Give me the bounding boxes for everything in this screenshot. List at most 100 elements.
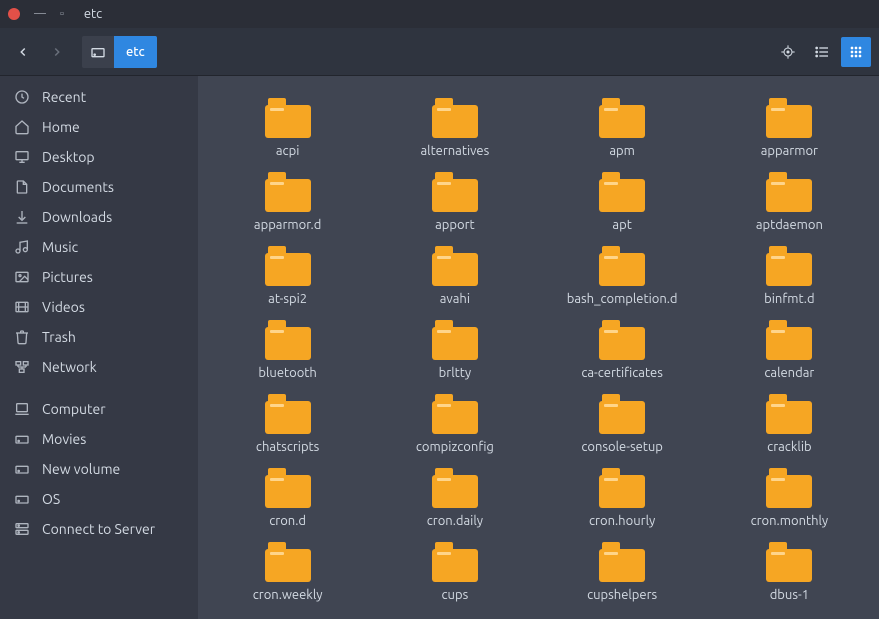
sidebar-item-trash[interactable]: Trash	[0, 322, 198, 352]
maximize-window-button[interactable]: ▫	[60, 8, 64, 20]
folder-item[interactable]: cracklib	[708, 390, 871, 458]
network-icon	[14, 359, 30, 375]
folder-label: bash_completion.d	[567, 292, 678, 306]
desktop-icon	[14, 149, 30, 165]
folder-label: apparmor	[761, 144, 818, 158]
sidebar-item-computer[interactable]: Computer	[0, 394, 198, 424]
document-icon	[14, 179, 30, 195]
sidebar-item-network[interactable]: Network	[0, 352, 198, 382]
folder-label: apport	[435, 218, 475, 232]
sidebar-item-videos[interactable]: Videos	[0, 292, 198, 322]
folder-icon	[265, 246, 311, 286]
drive-icon	[90, 44, 106, 60]
folder-item[interactable]: cron.hourly	[541, 464, 704, 532]
content-area[interactable]: acpi alternativesapm apparmor apparmor.d app…	[198, 76, 879, 619]
folder-item[interactable]: calendar	[708, 316, 871, 384]
path-segment-current[interactable]: etc	[114, 36, 157, 68]
nav-forward-button[interactable]	[42, 37, 72, 67]
sidebar-item-connect-to-server[interactable]: Connect to Server	[0, 514, 198, 544]
path-root-button[interactable]	[82, 36, 114, 68]
folder-item[interactable]: brltty	[373, 316, 536, 384]
folder-item[interactable]: cron.d	[206, 464, 369, 532]
folder-item[interactable]: ca-certificates	[541, 316, 704, 384]
folder-icon	[265, 172, 311, 212]
folder-item[interactable]: bluetooth	[206, 316, 369, 384]
view-grid-button[interactable]	[841, 37, 871, 67]
folder-item[interactable]: cron.weekly	[206, 538, 369, 606]
folder-label: cron.d	[269, 514, 306, 528]
folder-item[interactable]: acpi	[206, 94, 369, 162]
folder-item[interactable]: aptdaemon	[708, 168, 871, 236]
sidebar-item-home[interactable]: Home	[0, 112, 198, 142]
close-window-button[interactable]	[8, 8, 20, 20]
nav-back-button[interactable]	[8, 37, 38, 67]
folder-icon	[265, 394, 311, 434]
sidebar-item-movies[interactable]: Movies	[0, 424, 198, 454]
folder-icon	[599, 172, 645, 212]
folder-icon	[599, 98, 645, 138]
folder-label: cracklib	[767, 440, 811, 454]
trash-icon	[14, 329, 30, 345]
computer-icon	[14, 401, 30, 417]
folder-item[interactable]: apparmor.d	[206, 168, 369, 236]
view-list-button[interactable]	[807, 37, 837, 67]
sidebar-item-downloads[interactable]: Downloads	[0, 202, 198, 232]
folder-item[interactable]: chatscripts	[206, 390, 369, 458]
folder-item[interactable]: cron.daily	[373, 464, 536, 532]
folder-item[interactable]: cupshelpers	[541, 538, 704, 606]
window-title: etc	[84, 7, 102, 21]
sidebar-item-desktop[interactable]: Desktop	[0, 142, 198, 172]
folder-item[interactable]: console-setup	[541, 390, 704, 458]
folder-icon	[432, 246, 478, 286]
sidebar-item-label: Downloads	[42, 209, 112, 225]
titlebar: — ▫ etc	[0, 0, 879, 28]
sidebar-item-documents[interactable]: Documents	[0, 172, 198, 202]
folder-item[interactable]: bash_completion.d	[541, 242, 704, 310]
sidebar-item-label: Connect to Server	[42, 521, 155, 537]
folder-icon	[432, 542, 478, 582]
sidebar-item-pictures[interactable]: Pictures	[0, 262, 198, 292]
sidebar-item-label: Trash	[42, 329, 76, 345]
folder-label: ca-certificates	[581, 366, 663, 380]
folder-item[interactable]: cups	[373, 538, 536, 606]
folder-icon	[599, 320, 645, 360]
music-icon	[14, 239, 30, 255]
clock-icon	[14, 89, 30, 105]
folder-label: at-spi2	[268, 292, 307, 306]
folder-icon	[766, 468, 812, 508]
folder-item[interactable]: cron.monthly	[708, 464, 871, 532]
minimize-window-button[interactable]: —	[34, 7, 46, 20]
folder-icon	[432, 394, 478, 434]
folder-label: avahi	[440, 292, 470, 306]
folder-label: cron.hourly	[589, 514, 655, 528]
sidebar-item-label: OS	[42, 491, 60, 507]
sidebar: RecentHomeDesktop Documents Downloads Music…	[0, 76, 198, 619]
video-icon	[14, 299, 30, 315]
sidebar-item-label: Documents	[42, 179, 114, 195]
folder-label: brltty	[439, 366, 471, 380]
folder-item[interactable]: apm	[541, 94, 704, 162]
folder-label: cron.daily	[427, 514, 483, 528]
sidebar-item-new-volume[interactable]: New volume	[0, 454, 198, 484]
focus-location-button[interactable]	[773, 37, 803, 67]
folder-item[interactable]: apparmor	[708, 94, 871, 162]
sidebar-item-recent[interactable]: Recent	[0, 82, 198, 112]
folder-icon	[599, 246, 645, 286]
folder-item[interactable]: at-spi2	[206, 242, 369, 310]
folder-item[interactable]: alternatives	[373, 94, 536, 162]
folder-icon	[599, 542, 645, 582]
folder-item[interactable]: avahi	[373, 242, 536, 310]
folder-label: acpi	[276, 144, 300, 158]
folder-item[interactable]: dbus-1	[708, 538, 871, 606]
folder-label: apparmor.d	[254, 218, 321, 232]
sidebar-item-os[interactable]: OS	[0, 484, 198, 514]
folder-item[interactable]: apt	[541, 168, 704, 236]
folder-item[interactable]: apport	[373, 168, 536, 236]
folder-item[interactable]: compizconfig	[373, 390, 536, 458]
folder-icon	[432, 320, 478, 360]
folder-icon	[599, 394, 645, 434]
sidebar-item-label: Videos	[42, 299, 85, 315]
sidebar-item-music[interactable]: Music	[0, 232, 198, 262]
folder-label: cups	[442, 588, 469, 602]
folder-item[interactable]: binfmt.d	[708, 242, 871, 310]
